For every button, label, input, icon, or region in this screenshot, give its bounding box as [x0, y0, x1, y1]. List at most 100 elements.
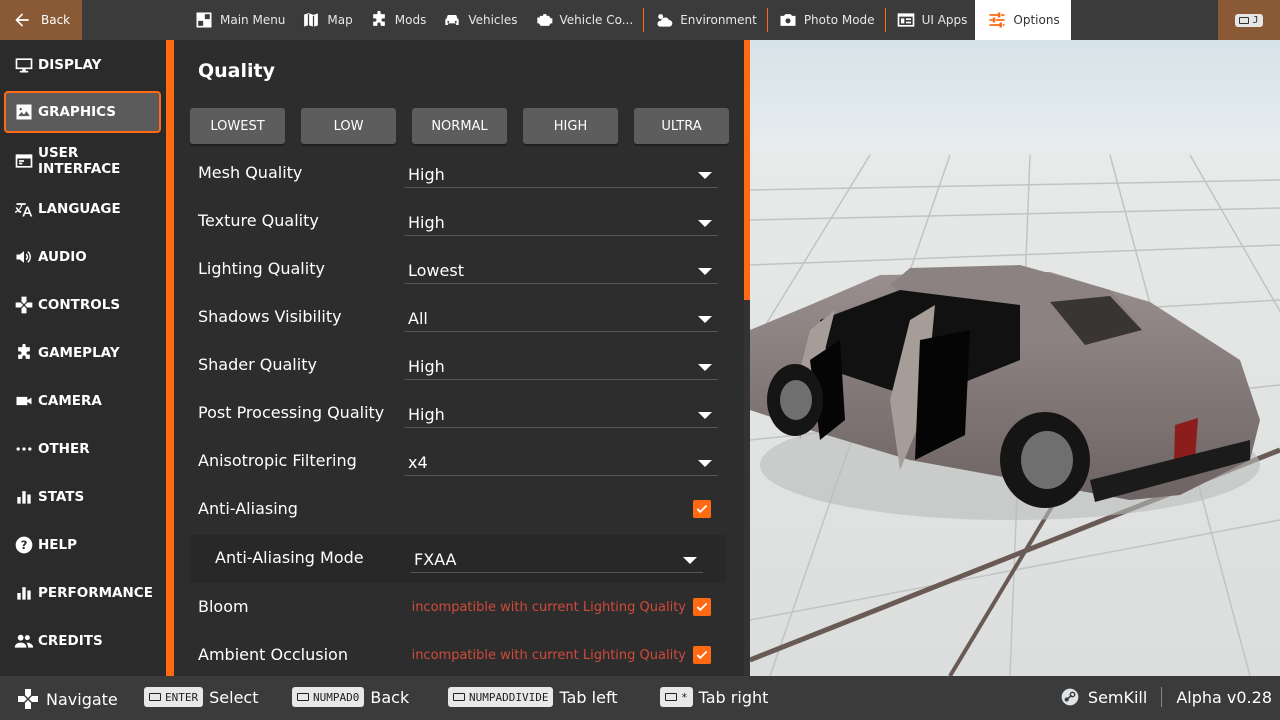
sidebar-item-label: HELP — [38, 537, 78, 553]
shadows-visibility-dropdown[interactable]: All — [404, 308, 718, 332]
hint-tab-left: NUMPADDIVIDE Tab left — [448, 687, 618, 707]
user-account[interactable]: SemKill — [1060, 687, 1147, 707]
tab-map[interactable]: Map — [293, 0, 360, 40]
sidebar-item-other[interactable]: OTHER — [4, 428, 161, 470]
puzzle-icon — [18, 343, 30, 359]
svg-text:?: ? — [21, 538, 28, 552]
key-label: ENTER — [165, 690, 199, 704]
tab-label: Vehicles — [468, 13, 518, 27]
hint-navigate: Navigate — [16, 687, 118, 711]
incompatibility-warning: incompatible with current Lighting Quali… — [411, 600, 686, 615]
tab-photo-mode[interactable]: Photo Mode — [770, 0, 883, 40]
monitor-icon — [15, 58, 33, 73]
sidebar-item-label: LANGUAGE — [38, 201, 121, 217]
scene-render — [750, 40, 1280, 676]
sidebar-item-label: DISPLAY — [38, 57, 102, 73]
dropdown-value: High — [408, 165, 445, 184]
sidebar-item-gameplay[interactable]: GAMEPLAY — [4, 332, 161, 374]
tab-main-menu[interactable]: Main Menu — [186, 0, 293, 40]
sidebar-item-label: AUDIO — [38, 249, 87, 265]
back-label: Back — [41, 13, 71, 27]
engine-icon — [536, 14, 552, 26]
bloom-checkbox[interactable] — [693, 598, 711, 616]
caret-down-icon — [698, 268, 712, 275]
bar-chart-icon — [17, 491, 31, 504]
translate-icon — [14, 203, 33, 217]
key-badge: ENTER — [144, 687, 204, 707]
preset-low-button[interactable]: LOW — [301, 108, 396, 144]
sidebar-item-label: GRAPHICS — [38, 104, 117, 120]
quick-key-block[interactable]: J — [1218, 0, 1280, 40]
sidebar-item-label: STATS — [38, 489, 85, 505]
preset-high-button[interactable]: HIGH — [523, 108, 618, 144]
sidebar-item-user-interface[interactable]: USER INTERFACE — [4, 140, 161, 182]
dropdown-value: Lowest — [408, 261, 464, 280]
checkmark-icon — [696, 504, 708, 514]
sidebar-item-camera[interactable]: CAMERA — [4, 380, 161, 422]
setting-shader-quality: Shader Quality High — [174, 342, 744, 390]
sidebar-item-credits[interactable]: CREDITS — [4, 620, 161, 662]
setting-label: Ambient Occlusion — [198, 645, 348, 664]
checkmark-icon — [696, 602, 708, 612]
gamepad-icon — [15, 296, 33, 314]
setting-label: Mesh Quality — [198, 163, 303, 182]
tab-mods[interactable]: Mods — [361, 0, 435, 40]
setting-label: Post Processing Quality — [198, 403, 385, 422]
dots-icon — [16, 447, 32, 451]
dropdown-value: FXAA — [414, 550, 457, 569]
setting-shadows-visibility: Shadows Visibility All — [174, 294, 744, 342]
caret-down-icon — [698, 460, 712, 467]
tab-ui-apps[interactable]: UI Apps — [888, 0, 976, 40]
ambient-occlusion-checkbox[interactable] — [693, 646, 711, 664]
setting-label: Texture Quality — [198, 211, 319, 230]
anti-aliasing-checkbox[interactable] — [693, 500, 711, 518]
back-button[interactable]: Back — [0, 0, 82, 40]
caret-down-icon — [683, 557, 697, 564]
post-processing-quality-dropdown[interactable]: High — [404, 404, 718, 428]
hint-tab-right: * Tab right — [660, 687, 768, 707]
people-icon — [14, 634, 34, 648]
tab-vehicle-config[interactable]: Vehicle Co... — [526, 0, 642, 40]
game-viewport[interactable] — [750, 40, 1280, 676]
sidebar-item-display[interactable]: DISPLAY — [4, 44, 161, 86]
tab-label: Photo Mode — [803, 13, 875, 27]
sidebar-item-help[interactable]: ? HELP — [4, 524, 161, 566]
caret-down-icon — [698, 172, 712, 179]
lighting-quality-dropdown[interactable]: Lowest — [404, 260, 718, 284]
mesh-quality-dropdown[interactable]: High — [404, 164, 718, 188]
tab-environment[interactable]: Environment — [646, 0, 765, 40]
sidebar-item-stats[interactable]: STATS — [4, 476, 161, 518]
tab-label: UI Apps — [921, 13, 968, 27]
sidebar-item-audio[interactable]: AUDIO — [4, 236, 161, 278]
sidebar-item-label: GAMEPLAY — [38, 345, 120, 361]
sidebar-item-label: CAMERA — [38, 393, 102, 409]
key-badge: NUMPAD0 — [292, 687, 365, 707]
tab-vehicles[interactable]: Vehicles — [434, 0, 525, 40]
car-icon — [445, 15, 459, 25]
sidebar-item-performance[interactable]: PERFORMANCE — [4, 572, 161, 614]
sidebar-item-label: CONTROLS — [38, 297, 121, 313]
sidebar-item-graphics[interactable]: GRAPHICS — [4, 91, 161, 133]
shader-quality-dropdown[interactable]: High — [404, 356, 718, 380]
preset-lowest-button[interactable]: LOWEST — [190, 108, 285, 144]
anisotropic-filtering-dropdown[interactable]: x4 — [404, 452, 718, 476]
caret-down-icon — [698, 316, 712, 323]
setting-label: Anisotropic Filtering — [198, 451, 357, 470]
speaker-icon — [16, 251, 31, 263]
texture-quality-dropdown[interactable]: High — [404, 212, 718, 236]
tab-options[interactable]: Options — [975, 0, 1072, 40]
tab-label: Options — [1013, 13, 1060, 27]
tab-separator — [643, 8, 645, 32]
preset-normal-button[interactable]: NORMAL — [412, 108, 507, 144]
key-label: * — [681, 690, 688, 704]
preset-ultra-button[interactable]: ULTRA — [634, 108, 729, 144]
video-camera-icon — [16, 396, 32, 406]
anti-aliasing-mode-dropdown[interactable]: FXAA — [410, 549, 703, 573]
main-menu-icon — [196, 12, 212, 28]
help-icon: ? — [15, 536, 33, 554]
main-tabs: Main Menu Map Mods Vehicles Vehicle Co..… — [186, 0, 1072, 40]
sidebar-item-controls[interactable]: CONTROLS — [4, 284, 161, 326]
sidebar-item-language[interactable]: LANGUAGE — [4, 188, 161, 230]
dropdown-value: High — [408, 357, 445, 376]
tab-label: Mods — [394, 13, 427, 27]
